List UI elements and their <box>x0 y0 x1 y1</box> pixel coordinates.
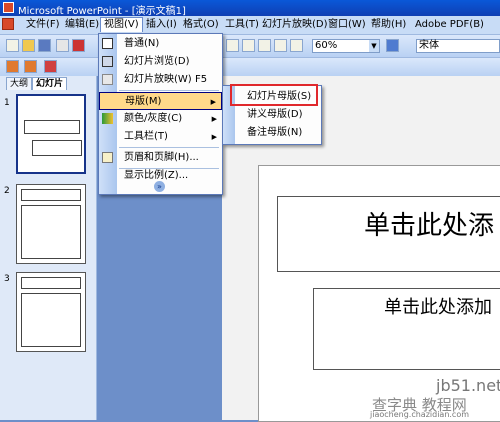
slide-thumbnail[interactable] <box>16 184 86 264</box>
subtitle-placeholder[interactable]: 单击此处添加 <box>313 288 500 370</box>
menu-window[interactable]: 窗口(W) <box>325 18 369 32</box>
color-grayscale-icon <box>102 113 113 124</box>
slide-number: 1 <box>4 98 10 108</box>
chevron-down-icon: ▼ <box>369 40 379 52</box>
normal-view-icon <box>102 38 113 49</box>
thumb-content-box <box>21 205 81 259</box>
menu-expand-item[interactable]: » <box>99 181 222 193</box>
menu-bar: 文件(F) 编辑(E) 视图(V) 插入(I) 格式(O) 工具(T) 幻灯片放… <box>0 16 500 35</box>
menu-view[interactable]: 视图(V) <box>100 17 143 32</box>
menu-item-label: 讲义母版(D) <box>247 109 303 120</box>
zoom-select[interactable]: 60% ▼ <box>312 39 380 53</box>
insert-chart-icon[interactable] <box>226 39 239 52</box>
slideshow-icon <box>102 74 113 85</box>
slides-pane: 大纲 幻灯片 1 2 3 <box>0 76 97 420</box>
tables-borders-icon[interactable] <box>258 39 271 52</box>
view-toolbars-item[interactable]: 工具栏(T) ▶ <box>99 128 222 146</box>
slideshow-icon[interactable] <box>6 60 19 73</box>
view-header-footer-item[interactable]: 页眉和页脚(H)... <box>99 149 222 167</box>
font-value: 宋体 <box>419 40 439 51</box>
menu-item-label: 备注母版(N) <box>247 127 303 138</box>
menu-item-label: 颜色/灰度(C) <box>124 113 183 124</box>
view-slideshow-item[interactable]: 幻灯片放映(W) F5 <box>99 71 222 89</box>
menu-divider <box>119 90 219 91</box>
zoom-value: 60% <box>315 40 338 51</box>
menu-tools[interactable]: 工具(T) <box>222 18 262 32</box>
shortcut-label: F5 <box>195 74 208 85</box>
thumb-title-box <box>21 189 81 201</box>
notes-master-item[interactable]: 备注母版(N) <box>223 124 321 141</box>
menu-insert[interactable]: 插入(I) <box>143 18 180 32</box>
title-placeholder-text: 单击此处添 <box>364 211 495 241</box>
menu-adobe-pdf[interactable]: Adobe PDF(B) <box>412 18 487 32</box>
watermark-url: jiaocheng.chazidian.com <box>370 410 470 419</box>
title-bar: Microsoft PowerPoint - [演示文稿1] <box>0 0 500 17</box>
header-footer-icon <box>102 152 113 163</box>
menu-item-label: 工具栏(T) <box>124 131 168 142</box>
slide-number: 2 <box>4 186 10 196</box>
slide-thumbnail[interactable] <box>16 272 86 352</box>
save-icon[interactable] <box>38 39 51 52</box>
thumb-title-box <box>21 277 81 289</box>
menu-divider <box>119 147 219 148</box>
menu-item-label: 页眉和页脚(H)... <box>124 152 199 163</box>
handout-master-item[interactable]: 讲义母版(D) <box>223 106 321 123</box>
view-color-grayscale-item[interactable]: 颜色/灰度(C) ▶ <box>99 110 222 128</box>
tab-outline[interactable]: 大纲 <box>6 77 33 90</box>
slide-number: 3 <box>4 274 10 284</box>
expand-chevron-icon: » <box>154 181 165 192</box>
window-title: Microsoft PowerPoint - [演示文稿1] <box>18 6 186 17</box>
show-formatting-icon[interactable] <box>290 39 303 52</box>
menu-edit[interactable]: 编辑(E) <box>62 18 102 32</box>
animation-icon[interactable] <box>24 60 37 73</box>
menu-item-label: 幻灯片放映(W) <box>124 74 192 85</box>
expand-all-icon[interactable] <box>274 39 287 52</box>
subtitle-placeholder-text: 单击此处添加 <box>384 297 492 318</box>
menu-format[interactable]: 格式(O) <box>180 18 222 32</box>
menu-item-label: 幻灯片浏览(D) <box>124 56 190 67</box>
menu-help[interactable]: 帮助(H) <box>368 18 409 32</box>
submenu-arrow-icon: ▶ <box>211 133 217 141</box>
highlight-callout-box <box>230 84 318 106</box>
app-menu-icon[interactable] <box>2 18 14 30</box>
powerpoint-icon <box>3 2 14 13</box>
permission-icon[interactable] <box>72 39 85 52</box>
menu-file[interactable]: 文件(F) <box>23 18 63 32</box>
menu-item-label: 普通(N) <box>124 38 160 49</box>
font-select[interactable]: 宋体 <box>416 39 500 53</box>
tool-icon[interactable] <box>44 60 57 73</box>
thumb-title-box <box>24 120 80 134</box>
submenu-arrow-icon: ▶ <box>210 98 216 106</box>
new-icon[interactable] <box>6 39 19 52</box>
standard-toolbar: 60% ▼ 宋体 <box>0 35 500 58</box>
menu-slideshow[interactable]: 幻灯片放映(D) <box>259 18 331 32</box>
watermark-site: jb51.net <box>436 376 500 395</box>
menu-item-label: 母版(M) <box>125 96 162 107</box>
view-master-item[interactable]: 母版(M) ▶ <box>99 92 222 110</box>
title-placeholder[interactable]: 单击此处添 <box>277 196 500 272</box>
help-icon[interactable] <box>386 39 399 52</box>
view-menu: 普通(N) 幻灯片浏览(D) 幻灯片放映(W) F5 母版(M) ▶ 颜色/灰度… <box>98 33 223 195</box>
tab-slides[interactable]: 幻灯片 <box>32 77 68 90</box>
view-normal-item[interactable]: 普通(N) <box>99 35 222 53</box>
slide-sorter-icon <box>102 56 113 67</box>
submenu-arrow-icon: ▶ <box>211 115 217 123</box>
slide-thumbnail[interactable] <box>16 94 86 174</box>
thumb-subtitle-box <box>32 140 82 156</box>
secondary-toolbar <box>0 58 500 76</box>
insert-table-icon[interactable] <box>242 39 255 52</box>
view-slide-sorter-item[interactable]: 幻灯片浏览(D) <box>99 53 222 71</box>
thumb-content-box <box>21 293 81 347</box>
print-icon[interactable] <box>56 39 69 52</box>
open-icon[interactable] <box>22 39 35 52</box>
